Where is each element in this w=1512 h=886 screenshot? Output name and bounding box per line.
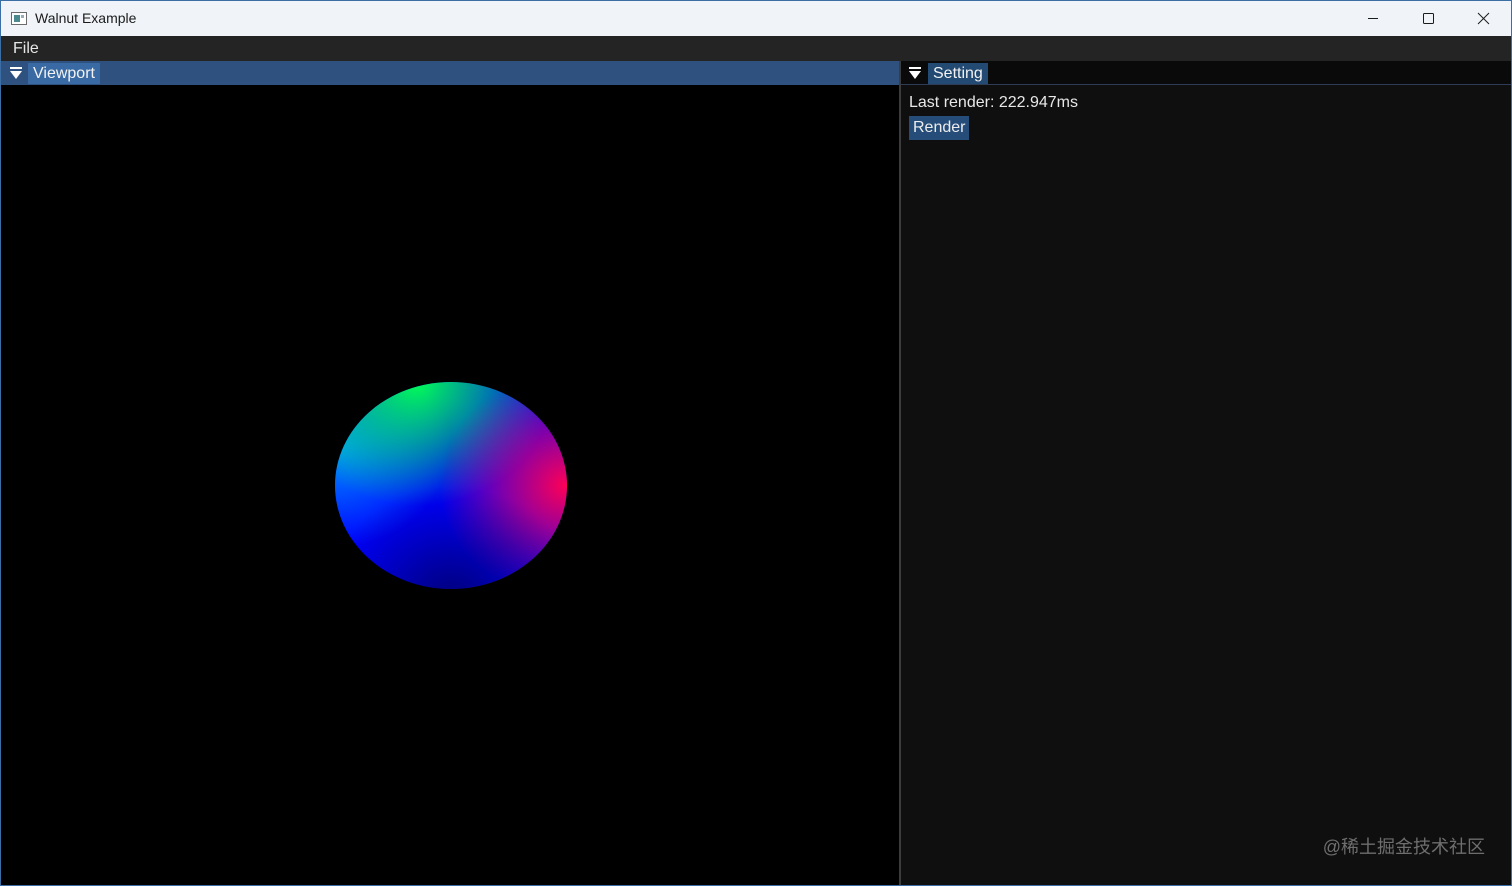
viewport-canvas[interactable] — [1, 85, 899, 885]
last-render-time: Last render: 222.947ms — [909, 94, 1078, 111]
viewport-panel-header[interactable]: Viewport — [1, 61, 899, 85]
close-icon — [1477, 12, 1490, 25]
watermark-text: @稀土掘金技术社区 — [1322, 837, 1485, 857]
triangle-down-icon[interactable] — [909, 67, 921, 80]
app-window: Walnut Example File Viewport Setting Las… — [0, 0, 1512, 886]
minimize-button[interactable] — [1345, 1, 1401, 36]
maximize-icon — [1423, 13, 1434, 24]
window-title: Walnut Example — [35, 10, 137, 26]
minimize-icon — [1368, 18, 1378, 19]
close-button[interactable] — [1455, 1, 1511, 36]
tab-viewport[interactable]: Viewport — [28, 63, 100, 84]
menu-file[interactable]: File — [13, 40, 39, 58]
maximize-button[interactable] — [1400, 1, 1456, 36]
tab-setting[interactable]: Setting — [928, 63, 988, 84]
rendered-sphere — [335, 382, 567, 589]
triangle-down-icon[interactable] — [10, 67, 22, 80]
setting-panel: Last render: 222.947ms Render — [901, 85, 1511, 885]
setting-panel-header[interactable]: Setting — [901, 61, 1511, 85]
render-button[interactable]: Render — [909, 116, 970, 140]
title-bar[interactable]: Walnut Example — [1, 1, 1511, 36]
menu-bar: File — [1, 36, 1511, 61]
app-window-icon — [11, 12, 27, 25]
